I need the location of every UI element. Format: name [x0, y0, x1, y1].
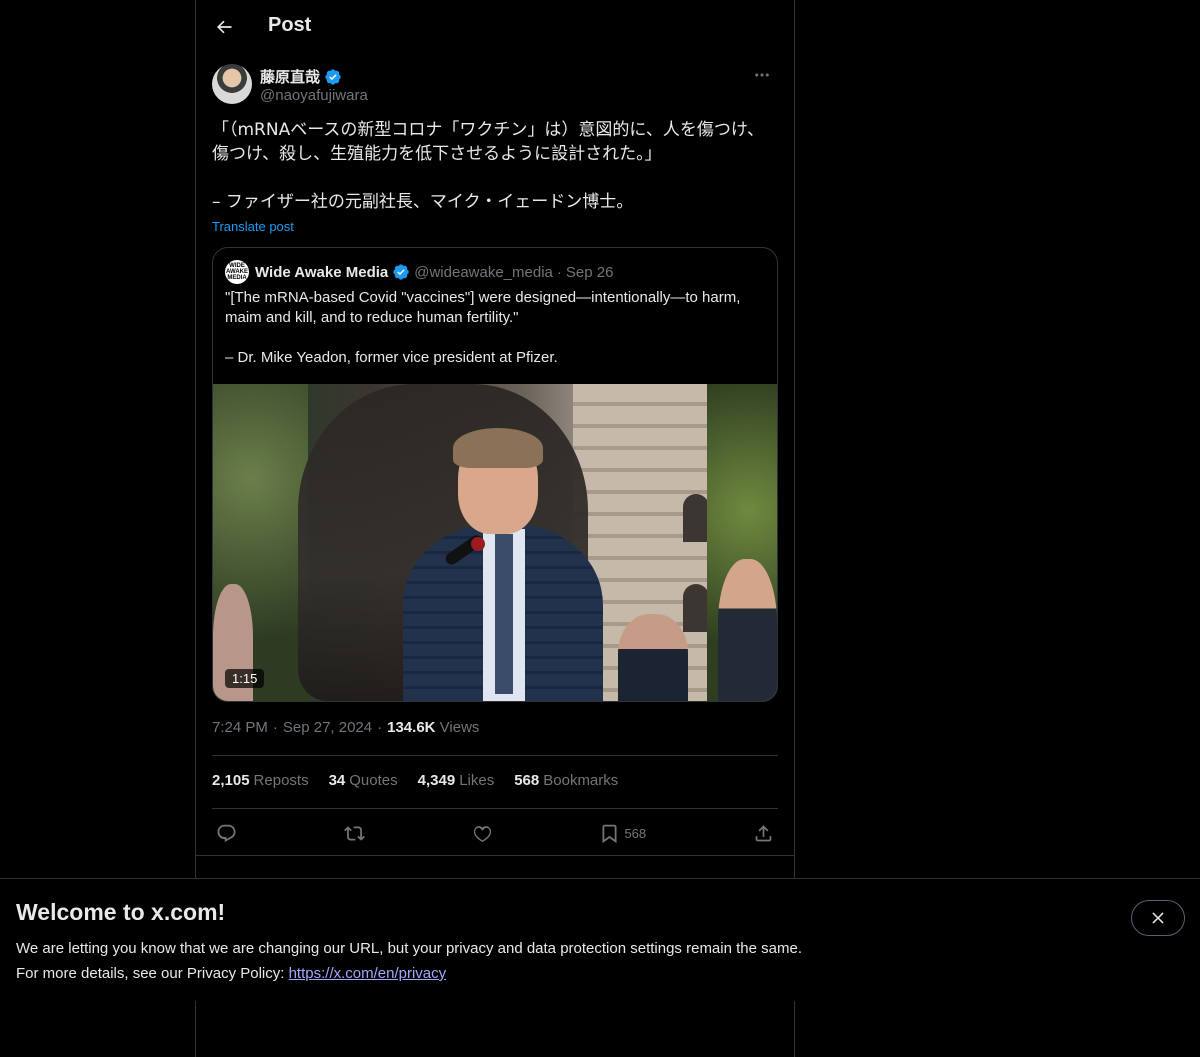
reposts-count: 2,105 [212, 772, 250, 789]
quotes-label: Quotes [349, 772, 398, 789]
privacy-policy-link[interactable]: https://x.com/en/privacy [289, 965, 447, 982]
share-button[interactable] [749, 818, 778, 848]
reply-icon [217, 824, 236, 842]
arrow-left-icon [217, 20, 232, 34]
bookmarks-stat[interactable]: 568 Bookmarks [514, 772, 618, 789]
reposts-label: Reposts [253, 772, 309, 789]
back-button[interactable] [208, 11, 240, 43]
like-button[interactable] [468, 818, 497, 848]
divider [196, 855, 794, 856]
separator-dot: · [272, 719, 278, 736]
post-stats: 2,105 Reposts 34 Quotes 4,349 Likes 568 Book… [212, 772, 618, 789]
likes-count: 4,349 [417, 772, 456, 789]
quoted-post-header: WIDE AWAKE MEDIA Wide Awake Media @widea… [225, 260, 613, 284]
video-duration-badge: 1:15 [225, 669, 265, 688]
bookmark-button[interactable]: 568 [595, 818, 650, 848]
post-author: 藤原直哉 @naoyafujiwara [212, 64, 778, 108]
page-title: Post [268, 14, 312, 36]
divider [212, 808, 778, 809]
views-count: 134.6K [387, 719, 436, 736]
bookmark-count: 568 [624, 825, 647, 841]
banner-line-prefix: For more details, see our Privacy Policy… [16, 965, 289, 982]
banner-text: We are letting you know that we are chan… [16, 936, 802, 986]
banner-line: We are letting you know that we are chan… [16, 940, 802, 957]
url-change-banner: Welcome to x.com! We are letting you kno… [0, 878, 1200, 1001]
ellipsis-icon [755, 73, 769, 77]
banner-line: For more details, see our Privacy Policy… [16, 961, 802, 986]
quoted-display-name: Wide Awake Media [255, 263, 389, 281]
verified-badge-icon [393, 264, 409, 280]
repost-button[interactable] [340, 818, 369, 848]
likes-label: Likes [459, 772, 495, 789]
more-options-button[interactable] [746, 64, 778, 86]
post-text: 「（mRNAベースの新型コロナ「ワクチン」は）意図的に、人を傷つけ、傷つけ、殺し… [212, 120, 765, 212]
repost-icon [343, 825, 365, 841]
banner-title: Welcome to x.com! [16, 899, 226, 925]
quoted-handle: @wideawake_media [414, 263, 553, 281]
action-bar: 568 [212, 818, 778, 848]
video-speaker [403, 428, 603, 701]
separator-dot: · [556, 263, 562, 281]
quoted-text: "[The mRNA-based Covid "vaccines"] were … [225, 289, 741, 366]
author-name-row[interactable]: 藤原直哉 [260, 66, 342, 87]
verified-badge-icon [325, 68, 341, 85]
translate-post-link[interactable]: Translate post [212, 219, 294, 234]
views-label: Views [439, 719, 480, 736]
bookmarks-count: 568 [514, 772, 540, 789]
heart-icon [473, 825, 491, 842]
video-bystander [618, 614, 688, 701]
quotes-stat[interactable]: 34 Quotes [329, 772, 398, 789]
quoted-date: Sep 26 [565, 263, 614, 281]
reply-button[interactable] [212, 818, 241, 848]
divider [212, 755, 778, 756]
quoted-avatar: WIDE AWAKE MEDIA [225, 260, 249, 284]
separator-dot: · [377, 719, 383, 736]
post-date[interactable]: Sep 27, 2024 [283, 719, 372, 736]
avatar[interactable] [212, 64, 252, 104]
share-icon [755, 824, 772, 841]
quotes-count: 34 [328, 772, 346, 789]
post-meta: 7:24 PM · Sep 27, 2024 · 134.6K Views [212, 719, 479, 736]
bookmark-icon [602, 824, 617, 843]
post-time[interactable]: 7:24 PM [212, 719, 268, 736]
quoted-post[interactable]: WIDE AWAKE MEDIA Wide Awake Media @widea… [212, 247, 778, 702]
likes-stat[interactable]: 4,349 Likes [418, 772, 495, 789]
author-handle[interactable]: @naoyafujiwara [260, 87, 368, 104]
views: 134.6K Views [387, 719, 479, 736]
close-icon [1152, 912, 1164, 924]
video-bystander [718, 559, 777, 701]
video-thumbnail[interactable]: 1:15 [213, 384, 777, 701]
reposts-stat[interactable]: 2,105 Reposts [212, 772, 309, 789]
author-display-name[interactable]: 藤原直哉 [260, 66, 320, 87]
post-header: Post [196, 0, 794, 54]
bookmarks-label: Bookmarks [543, 772, 619, 789]
close-banner-button[interactable] [1131, 900, 1185, 936]
